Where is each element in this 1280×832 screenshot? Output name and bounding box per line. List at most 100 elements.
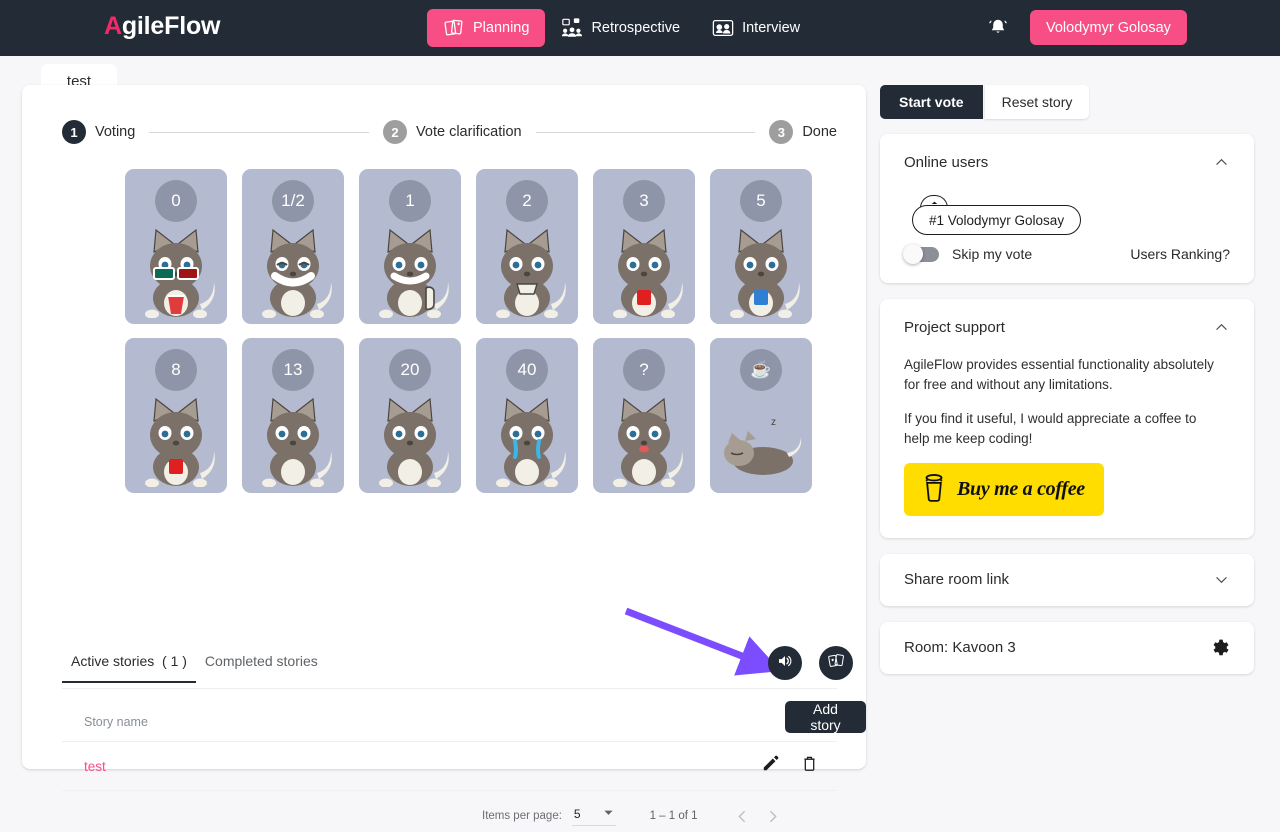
online-users-header[interactable]: Online users — [904, 134, 1230, 190]
card-value-badge: 2 — [506, 180, 548, 222]
cat-sitting-tired-icon — [364, 387, 456, 488]
voting-card-1-2[interactable]: 1/2 — [242, 169, 344, 324]
voting-stepper: 1 Voting 2 Vote clarification 3 Done — [62, 119, 837, 145]
nav-item-planning[interactable]: Planning — [427, 9, 546, 47]
reset-story-button[interactable]: Reset story — [984, 85, 1090, 119]
chevron-up-icon[interactable] — [1213, 154, 1230, 171]
nav-item-retrospective[interactable]: Retrospective — [545, 9, 696, 47]
logo-text: gileFlow — [121, 12, 221, 40]
add-story-button[interactable]: Add story — [785, 701, 866, 733]
chevron-right-icon[interactable] — [758, 801, 788, 831]
support-paragraph-1: AgileFlow provides essential functionali… — [904, 357, 1214, 392]
card-value-badge: 8 — [155, 349, 197, 391]
voting-card-8[interactable]: 8 — [125, 338, 227, 493]
pencil-icon[interactable] — [761, 754, 780, 773]
project-support-header[interactable]: Project support — [904, 299, 1230, 355]
online-users-title: Online users — [904, 153, 989, 171]
card-value-badge: ? — [623, 349, 665, 391]
trash-icon[interactable] — [800, 754, 819, 773]
project-support-body: AgileFlow provides essential functionali… — [904, 355, 1230, 538]
top-navigation-bar: AgileFlow Planning Retrospective Intervi… — [0, 0, 1280, 56]
paginator: Items per page: 5 1 – 1 of 1 — [482, 800, 862, 832]
cat-eating-snack-icon — [481, 218, 573, 319]
share-room-link-title: Share room link — [904, 571, 1010, 589]
room-header: Room: Kavoon 3 — [904, 622, 1230, 674]
interview-people-icon — [712, 17, 734, 39]
voting-card-40[interactable]: 40 — [476, 338, 578, 493]
voting-card-?[interactable]: ? — [593, 338, 695, 493]
buy-me-a-coffee-button[interactable]: Buy me a coffee — [904, 462, 1104, 516]
card-value-badge: 40 — [506, 349, 548, 391]
step-label-3: Done — [802, 124, 837, 140]
card-value-badge: 1 — [389, 180, 431, 222]
row-action-group — [761, 754, 819, 773]
table-row[interactable]: test — [62, 743, 837, 791]
voting-card-13[interactable]: 13 — [242, 338, 344, 493]
gear-icon[interactable] — [1209, 637, 1230, 658]
cat-crying-tears-icon — [481, 387, 573, 488]
step-number-3: 3 — [769, 120, 794, 144]
tab-active-stories[interactable]: Active stories ( 1 ) — [62, 653, 196, 683]
nav-label-retrospective: Retrospective — [591, 20, 681, 36]
nav-label-interview: Interview — [742, 20, 801, 36]
story-name-cell[interactable]: test — [62, 759, 106, 774]
skip-vote-row: Skip my vote Users Ranking? — [903, 243, 1230, 283]
chevron-down-icon[interactable] — [1213, 571, 1230, 588]
step-done[interactable]: 3 Done — [769, 120, 837, 144]
share-room-link-header[interactable]: Share room link — [904, 554, 1230, 606]
project-support-title: Project support — [904, 318, 1005, 336]
stories-table-header: Story name — [62, 702, 837, 742]
voting-card-5[interactable]: 5 — [710, 169, 812, 324]
chevron-down-icon — [603, 807, 614, 821]
room-title: Room: Kavoon 3 — [904, 639, 1016, 657]
items-per-page-select[interactable]: 5 — [571, 806, 616, 826]
start-vote-button[interactable]: Start vote — [880, 85, 983, 119]
right-sidebar: Start vote Reset story Online users #1 V… — [880, 85, 1254, 690]
voting-card-3[interactable]: 3 — [593, 169, 695, 324]
items-per-page-value: 5 — [573, 806, 581, 821]
user-menu-button[interactable]: Volodymyr Golosay — [1030, 10, 1187, 45]
voting-card-1[interactable]: 1 — [359, 169, 461, 324]
voting-card-0[interactable]: 0 — [125, 169, 227, 324]
planning-cards-icon — [443, 17, 465, 39]
buy-me-a-coffee-label: Buy me a coffee — [957, 477, 1085, 500]
column-header-story-name: Story name — [84, 714, 148, 729]
step-number-1: 1 — [62, 120, 86, 144]
cat-holding-red-can-icon — [598, 218, 690, 319]
svg-text:z: z — [771, 417, 776, 428]
online-user-list: #1 Volodymyr Golosay — [912, 195, 1230, 236]
cat-3d-glasses-popcorn-icon — [130, 218, 222, 319]
chevron-up-icon[interactable] — [1213, 319, 1230, 336]
skip-vote-control[interactable]: Skip my vote — [903, 243, 1032, 264]
coffee-cup-icon — [921, 473, 947, 506]
bell-icon[interactable] — [983, 13, 1013, 43]
card-value-badge: 20 — [389, 349, 431, 391]
user-chip[interactable]: #1 Volodymyr Golosay — [912, 205, 1082, 235]
cat-thumbs-up-icon — [364, 218, 456, 319]
planning-main-panel: 1 Voting 2 Vote clarification 3 Done 0 1/… — [22, 85, 866, 826]
share-room-link-panel[interactable]: Share room link — [880, 553, 1254, 606]
project-support-panel: Project support AgileFlow provides essen… — [880, 299, 1254, 538]
nav-item-interview[interactable]: Interview — [696, 9, 816, 47]
stories-tab-bar: Active stories ( 1 ) Completed stories — [62, 653, 837, 689]
step-label-2: Vote clarification — [416, 124, 522, 140]
cat-confused-tongue-icon — [598, 387, 690, 488]
cat-holding-blue-cup-icon — [715, 218, 807, 319]
tab-completed-stories[interactable]: Completed stories — [196, 653, 327, 681]
room-panel: Room: Kavoon 3 — [880, 621, 1254, 674]
logo-mark: A — [104, 12, 122, 40]
card-value-badge: ☕ — [740, 349, 782, 391]
app-logo[interactable]: AgileFlow — [104, 12, 220, 41]
users-ranking-link[interactable]: Users Ranking? — [1130, 246, 1230, 262]
step-voting[interactable]: 1 Voting — [62, 120, 135, 144]
skip-my-vote-toggle[interactable] — [903, 243, 939, 264]
voting-card-☕[interactable]: z ☕ — [710, 338, 812, 493]
step-vote-clarification[interactable]: 2 Vote clarification — [383, 120, 522, 144]
voting-card-20[interactable]: 20 — [359, 338, 461, 493]
items-per-page-label: Items per page: — [482, 810, 562, 822]
step-number-2: 2 — [383, 120, 408, 144]
cat-sitting-wide-eyes-icon — [247, 387, 339, 488]
voting-card-2[interactable]: 2 — [476, 169, 578, 324]
card-value-badge: 5 — [740, 180, 782, 222]
chevron-left-icon[interactable] — [728, 801, 758, 831]
